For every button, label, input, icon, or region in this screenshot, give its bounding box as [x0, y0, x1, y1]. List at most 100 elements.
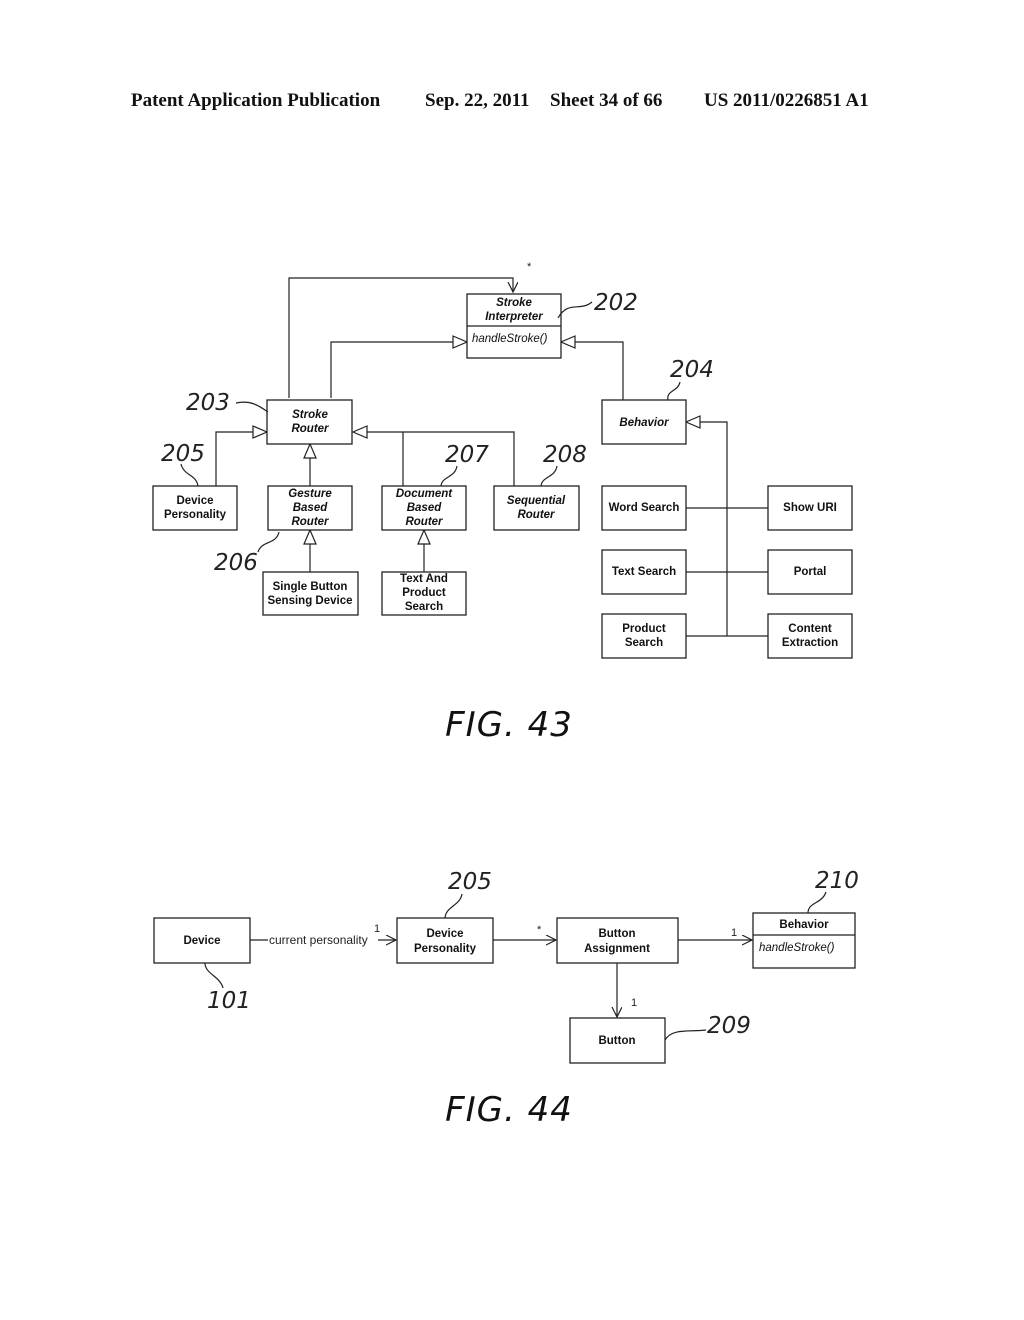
svg-text:Product: Product — [622, 623, 666, 635]
node-sequential-router: Sequential Router — [493, 485, 580, 531]
generalization-arrow — [417, 528, 431, 545]
svg-text:Based: Based — [407, 502, 442, 514]
svg-text:Sequential: Sequential — [507, 495, 566, 507]
svg-text:Button: Button — [598, 928, 635, 940]
generalization-arrow — [684, 415, 701, 429]
svg-text:Interpreter: Interpreter — [485, 311, 543, 323]
svg-text:Device: Device — [176, 495, 213, 507]
edge-label-current-personality: current personality — [269, 933, 368, 947]
generalization-arrow — [303, 442, 317, 459]
svg-text:Behavior: Behavior — [619, 417, 669, 429]
ref-206: 206 — [214, 550, 258, 576]
edge-router-generalizes-interpreter — [330, 341, 453, 398]
svg-text:Sensing Device: Sensing Device — [267, 595, 352, 607]
generalization-arrow — [559, 335, 576, 349]
ref-209: 209 — [707, 1013, 751, 1039]
leader-210 — [807, 891, 827, 914]
svg-text:Device: Device — [183, 935, 220, 947]
svg-text:Stroke: Stroke — [496, 297, 532, 309]
leader-205 — [180, 463, 199, 487]
svg-text:Personality: Personality — [164, 509, 227, 521]
svg-text:Text Search: Text Search — [612, 566, 676, 578]
leader-208 — [540, 465, 558, 487]
ref-203: 203 — [186, 390, 230, 416]
svg-text:Content: Content — [788, 623, 832, 635]
node-stroke-router: Stroke Router — [266, 399, 353, 445]
multiplicity: 1 — [631, 997, 637, 1009]
generalization-arrow — [351, 425, 368, 439]
node-device-personality: Device Personality — [396, 917, 494, 964]
svg-text:Router: Router — [291, 516, 329, 528]
leader-202 — [557, 301, 593, 319]
leader-203 — [235, 401, 269, 413]
leader-204 — [667, 381, 681, 401]
svg-text:Single Button: Single Button — [273, 581, 348, 593]
fig44-diagram: current personality 1 * 1 1 Device Devic… — [153, 868, 859, 1130]
svg-text:Button: Button — [598, 1035, 635, 1047]
node-content-extraction: Content Extraction — [767, 613, 853, 659]
patent-drawing-canvas: * Stroke Interpreter handleStroke() Stro… — [152, 261, 859, 1130]
node-device-personality: Device Personality — [152, 485, 238, 531]
method-handlestroke: handleStroke() — [472, 333, 548, 345]
node-product-search: Product Search — [601, 613, 687, 659]
ref-208: 208 — [543, 442, 587, 468]
generalization-arrow — [452, 335, 469, 349]
node-text-and-product-search: Text And Product Search — [381, 571, 467, 616]
ref-210: 210 — [815, 868, 859, 894]
svg-text:Search: Search — [625, 637, 663, 649]
node-word-search: Word Search — [601, 485, 687, 531]
leader-209 — [664, 1029, 707, 1041]
node-button-assignment: Button Assignment — [556, 917, 679, 964]
node-portal: Portal — [767, 549, 853, 595]
node-show-uri: Show URI — [767, 485, 853, 531]
svg-text:Gesture: Gesture — [288, 488, 332, 500]
leader-101 — [204, 962, 224, 989]
leader-206 — [257, 531, 280, 553]
svg-text:Word Search: Word Search — [609, 502, 680, 514]
ref-205: 205 — [448, 869, 492, 895]
svg-text:Router: Router — [517, 509, 555, 521]
node-gesture-based-router: Gesture Based Router — [267, 485, 353, 531]
svg-text:Router: Router — [405, 516, 443, 528]
leader-205 — [444, 893, 463, 919]
node-behavior: Behavior handleStroke() — [752, 912, 856, 969]
fig43-caption: FIG. 43 — [445, 705, 573, 745]
multiplicity: * — [537, 924, 542, 936]
node-single-button-sensing-device: Single Button Sensing Device — [262, 571, 359, 616]
svg-text:Device: Device — [426, 928, 463, 940]
svg-text:Router: Router — [291, 423, 329, 435]
multiplicity: 1 — [374, 923, 380, 935]
svg-text:Portal: Portal — [794, 566, 827, 578]
node-stroke-interpreter: Stroke Interpreter handleStroke() — [466, 293, 562, 359]
ref-101: 101 — [207, 988, 251, 1014]
ref-204: 204 — [670, 357, 714, 383]
node-behavior: Behavior — [601, 399, 687, 445]
leader-207 — [440, 465, 458, 487]
svg-text:Search: Search — [405, 601, 443, 613]
generalization-arrow — [303, 528, 317, 545]
node-text-search: Text Search — [601, 549, 687, 595]
ref-202: 202 — [594, 290, 638, 316]
svg-text:Stroke: Stroke — [292, 409, 328, 421]
edge-behaviors-generalize-behavior — [700, 421, 728, 636]
svg-text:Show URI: Show URI — [783, 502, 837, 514]
fig43-diagram: * Stroke Interpreter handleStroke() Stro… — [152, 261, 853, 745]
svg-text:Document: Document — [396, 488, 453, 500]
multiplicity: 1 — [731, 927, 737, 939]
edge-document-sequential-generalizes-router — [367, 431, 515, 486]
generalization-arrow — [252, 425, 269, 439]
method-handlestroke: handleStroke() — [759, 942, 835, 954]
svg-text:Assignment: Assignment — [584, 943, 650, 955]
edge-personality-generalizes-router — [215, 431, 253, 486]
ref-205: 205 — [161, 441, 205, 467]
svg-text:Product: Product — [402, 587, 446, 599]
star-mark: * — [527, 261, 532, 273]
ref-207: 207 — [445, 442, 489, 468]
svg-text:Based: Based — [293, 502, 328, 514]
fig44-caption: FIG. 44 — [445, 1090, 573, 1130]
node-device: Device — [153, 917, 251, 964]
svg-text:Personality: Personality — [414, 943, 477, 955]
node-document-based-router: Document Based Router — [381, 485, 467, 531]
svg-text:Extraction: Extraction — [782, 637, 838, 649]
node-button: Button — [569, 1017, 666, 1064]
